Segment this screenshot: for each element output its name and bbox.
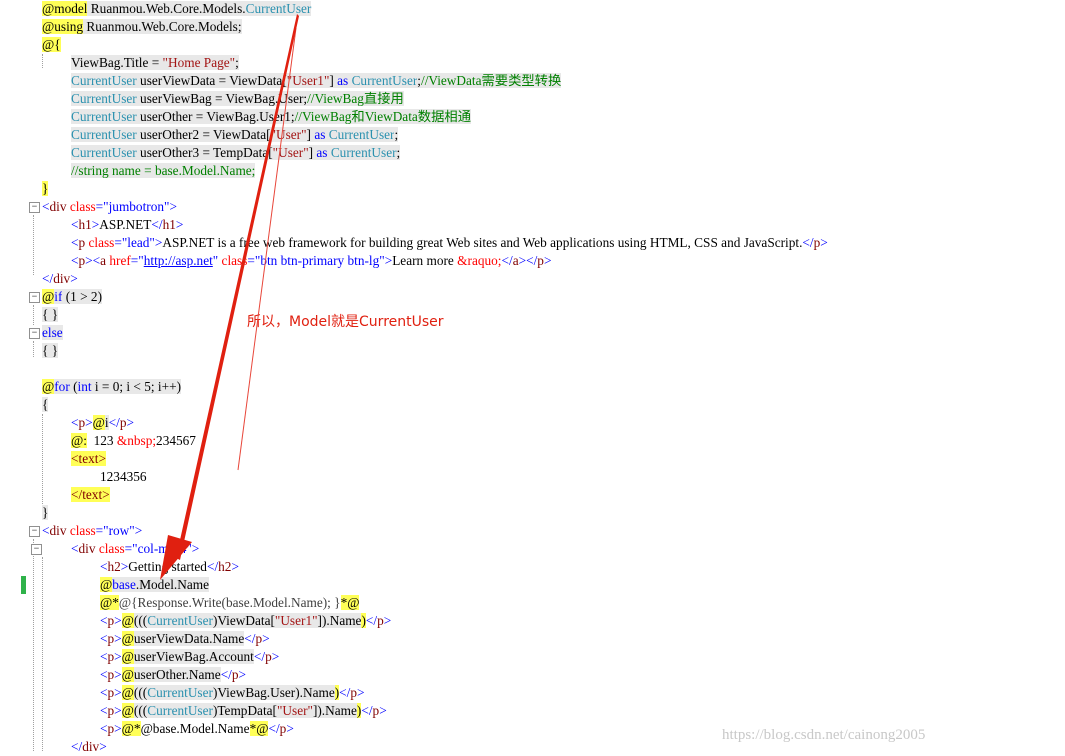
code-line-26: 1234356 <box>100 469 147 484</box>
code-line-22: { <box>42 397 49 412</box>
code-line-25: <text> <box>71 451 106 466</box>
code-line-36: <p>@userViewBag.Account</p> <box>100 649 280 664</box>
indent-guide <box>42 557 43 751</box>
code-line-10: //string name = base.Model.Name; <box>71 163 256 178</box>
code-line-17: @if (1 > 2) <box>42 289 102 304</box>
code-editor[interactable]: − − − − − @model Ruanmou.Web.Core.Models… <box>0 0 1065 755</box>
code-line-27: </text> <box>71 487 110 502</box>
fold-toggle-div-col[interactable]: − <box>31 544 42 555</box>
code-line-12: <div class="jumbotron"> <box>42 199 177 214</box>
code-line-5: CurrentUser userViewData = ViewData["Use… <box>71 73 562 88</box>
code-line-33: @*@{Response.Write(base.Model.Name); }*@ <box>100 595 360 610</box>
code-line-7: CurrentUser userOther = ViewBag.User1;//… <box>71 109 471 124</box>
fold-guide <box>33 341 34 357</box>
code-line-35: <p>@userViewData.Name</p> <box>100 631 270 646</box>
fold-toggle-div-row[interactable]: − <box>29 526 40 537</box>
code-line-16: </div> <box>42 271 78 286</box>
code-line-9: CurrentUser userOther3 = TempData["User"… <box>71 145 401 160</box>
code-line-11: } <box>42 181 49 196</box>
code-line-1: @model Ruanmou.Web.Core.Models.CurrentUs… <box>42 1 312 16</box>
code-line-14: <p class="lead">ASP.NET is a free web fr… <box>71 235 828 250</box>
code-line-6: CurrentUser userViewBag = ViewBag.User;/… <box>71 91 404 106</box>
code-line-20: { } <box>42 343 59 358</box>
fold-guide <box>33 539 34 751</box>
code-line-21: @for (int i = 0; i < 5; i++) <box>42 379 182 394</box>
fold-guide <box>33 215 34 275</box>
code-line-39: <p>@(((CurrentUser)TempData["User"]).Nam… <box>100 703 387 718</box>
fold-toggle-div-jumbotron[interactable]: − <box>29 202 40 213</box>
fold-toggle-if[interactable]: − <box>29 292 40 303</box>
code-line-41: </div> <box>71 739 107 754</box>
code-line-8: CurrentUser userOther2 = ViewData["User"… <box>71 127 399 142</box>
fold-toggle-else[interactable]: − <box>29 328 40 339</box>
code-line-31: <h2>Getting started</h2> <box>100 559 239 574</box>
indent-guide <box>42 414 43 514</box>
code-line-15: <p><a href="http://asp.net" class="btn b… <box>71 253 552 268</box>
link-asp-net[interactable]: http://asp.net <box>144 253 213 268</box>
code-line-2: @using Ruanmou.Web.Core.Models; <box>42 19 242 34</box>
code-line-24: @: 123 &nbsp;234567 <box>71 433 196 448</box>
code-line-23: <p>@i</p> <box>71 415 134 430</box>
code-line-3: @{ <box>42 37 61 52</box>
watermark: https://blog.csdn.net/cainong2005 <box>722 727 926 743</box>
code-line-28: } <box>42 505 49 520</box>
code-line-32[interactable]: @base.Model.Name <box>100 576 210 594</box>
code-line-34: <p>@(((CurrentUser)ViewData["User1"]).Na… <box>100 613 392 628</box>
code-line-30: <div class="col-md-4"> <box>71 541 200 556</box>
code-line-38: <p>@(((CurrentUser)ViewBag.User).Name)</… <box>100 685 365 700</box>
indent-guide <box>42 54 43 68</box>
annotation-text: 所以，Model就是CurrentUser <box>247 314 444 330</box>
code-line-40: <p>@*@base.Model.Name*@</p> <box>100 721 294 736</box>
fold-guide <box>33 305 34 325</box>
changed-line-marker <box>21 576 26 594</box>
code-line-13: <h1>ASP.NET</h1> <box>71 217 184 232</box>
code-line-18: { } <box>42 307 59 322</box>
code-line-37: <p>@userOther.Name</p> <box>100 667 247 682</box>
code-line-4: ViewBag.Title = "Home Page"; <box>71 55 239 70</box>
code-line-29: <div class="row"> <box>42 523 143 538</box>
code-line-19: else <box>42 325 63 340</box>
